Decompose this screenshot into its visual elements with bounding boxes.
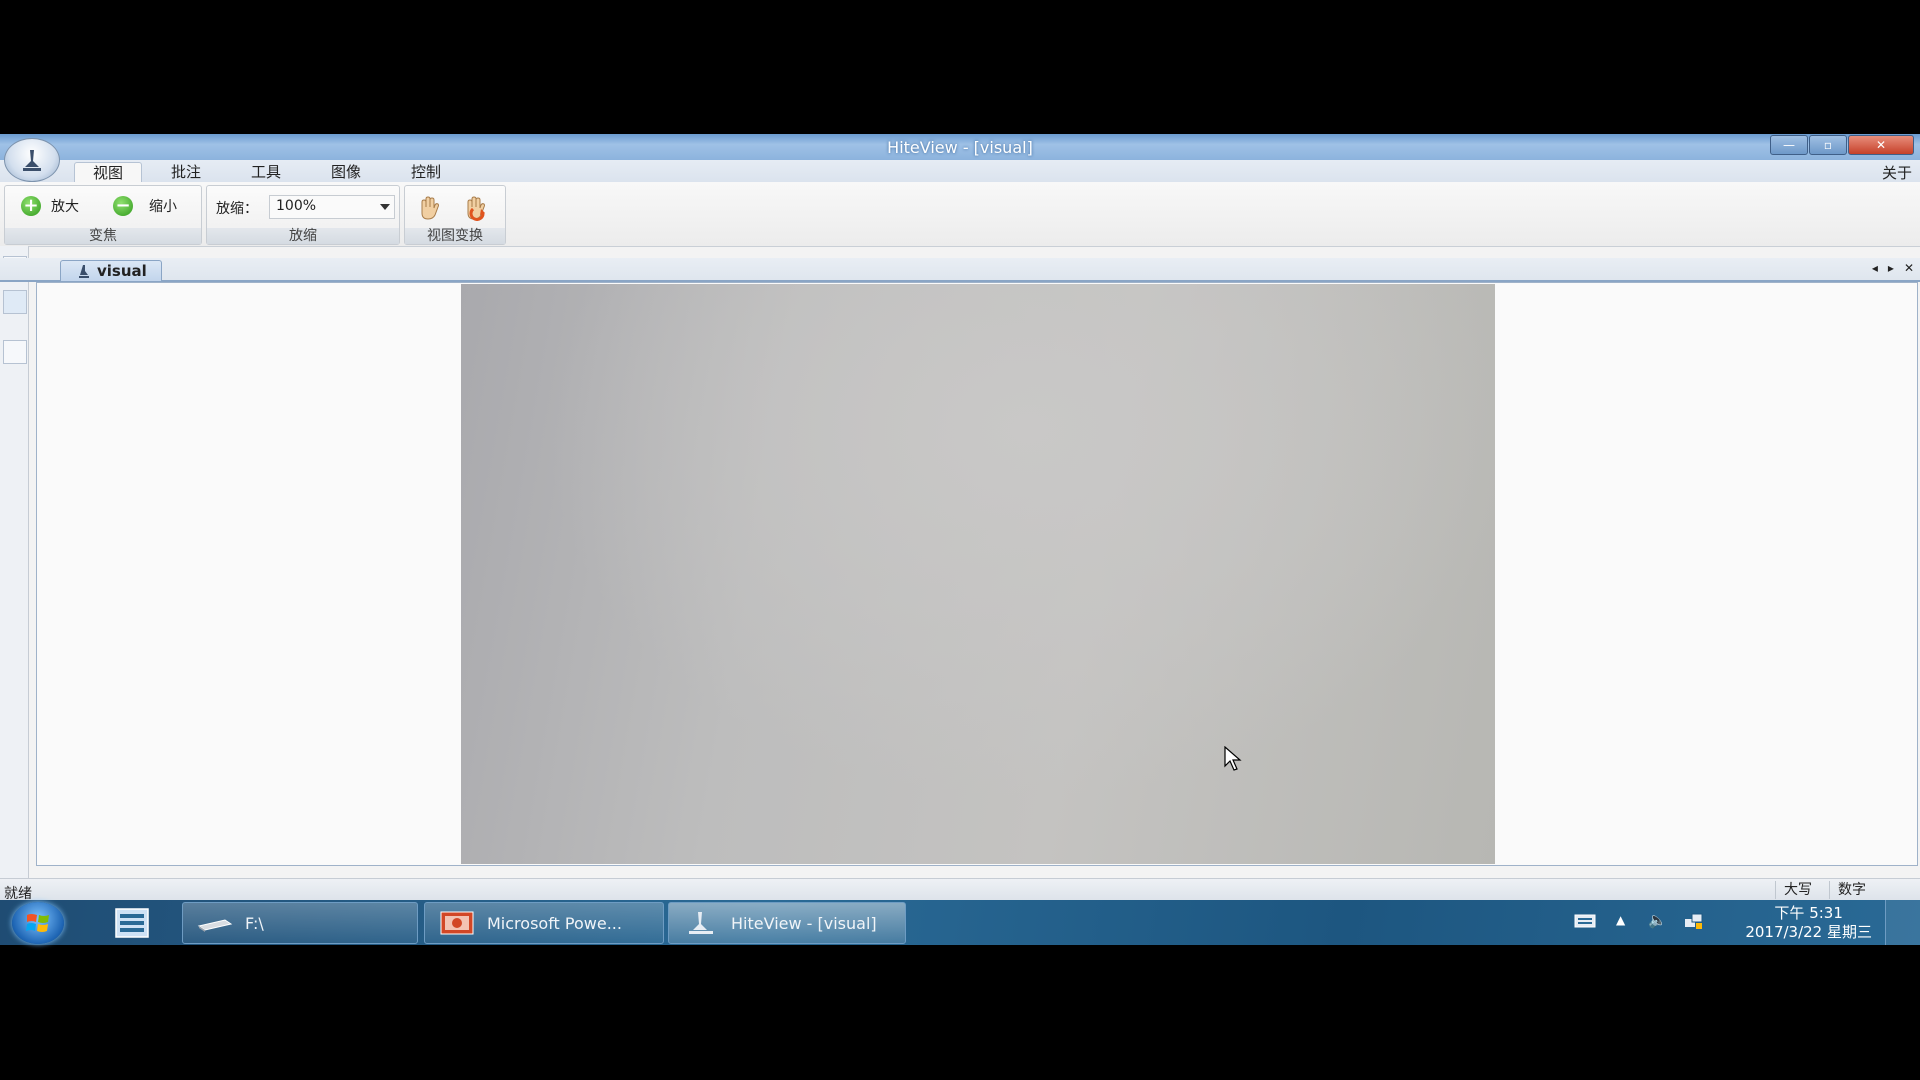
app-menu-button[interactable] xyxy=(4,138,60,182)
document-canvas[interactable] xyxy=(36,282,1918,866)
drive-icon xyxy=(197,919,233,932)
mouse-pointer-icon xyxy=(1224,746,1242,771)
system-tray: ▲ 🔈 下午 5:31 2017/3/22 星期三 xyxy=(1560,900,1920,945)
minimize-button[interactable]: — xyxy=(1770,135,1808,155)
zoom-out-label: 缩小 xyxy=(149,199,177,215)
thumbnail-panel-icon[interactable] xyxy=(3,290,27,314)
camera-image xyxy=(461,284,1495,864)
taskbar-item-label: F:\ xyxy=(245,913,264,933)
focus-group: + 放大 − 缩小 变焦 xyxy=(4,185,202,245)
taskbar-item-label: Microsoft Powe... xyxy=(487,913,622,933)
tab-visual[interactable]: visual xyxy=(60,260,162,281)
taskbar-item-label: HiteView - [visual] xyxy=(731,913,877,933)
taskbar-item-explorer[interactable]: F:\ xyxy=(182,902,418,944)
volume-icon[interactable]: 🔈 xyxy=(1648,911,1667,929)
close-button[interactable]: ✕ xyxy=(1848,135,1914,155)
caps-indicator: 大写 xyxy=(1775,881,1820,899)
maximize-button[interactable]: ▫ xyxy=(1809,135,1847,155)
plus-icon: + xyxy=(21,196,41,216)
tab-view[interactable]: 视图 xyxy=(74,162,142,183)
zoom-in-label: 放大 xyxy=(51,199,79,215)
hiteview-window: HiteView - [visual] — ▫ ✕ 视图 批注 工具 图像 控制… xyxy=(0,134,1920,902)
taskbar-item-powerpoint[interactable]: Microsoft Powe... xyxy=(424,902,664,944)
network-icon[interactable] xyxy=(1684,913,1704,931)
scale-field-label: 放缩： xyxy=(216,201,258,217)
view-transform-group: 视图变换 xyxy=(404,185,506,245)
num-indicator: 数字 xyxy=(1829,881,1874,899)
scale-dropdown[interactable]: 100% xyxy=(269,195,395,219)
clock-date: 2017/3/22 星期三 xyxy=(1745,923,1872,941)
focus-group-label: 变焦 xyxy=(5,228,201,244)
tab-prev-icon[interactable]: ◂ xyxy=(1872,261,1878,275)
pan-hand-icon[interactable] xyxy=(415,195,443,221)
zoom-in-button[interactable]: + 放大 xyxy=(21,195,79,217)
ribbon: + 放大 − 缩小 变焦 放缩： 100% 放缩 视图变换 xyxy=(0,182,1920,247)
window-controls: — ▫ ✕ xyxy=(1769,135,1914,155)
tab-visual-label: visual xyxy=(97,262,147,280)
tab-control[interactable]: 控制 xyxy=(398,162,454,182)
side-panel xyxy=(0,246,29,886)
about-link[interactable]: 关于 xyxy=(1882,162,1912,183)
window-title: HiteView - [visual] xyxy=(887,138,1033,157)
tab-close-icon[interactable]: ✕ xyxy=(1904,261,1914,275)
tab-next-icon[interactable]: ▸ xyxy=(1888,261,1894,275)
save-panel-icon[interactable] xyxy=(3,340,27,364)
document-tab-strip: visual ◂ ▸ ✕ xyxy=(0,258,1920,282)
hiteview-logo-icon xyxy=(23,150,41,171)
tab-tools[interactable]: 工具 xyxy=(238,162,294,182)
keyboard-icon[interactable] xyxy=(1574,914,1596,928)
tab-navigation: ◂ ▸ ✕ xyxy=(1872,261,1914,275)
view-transform-group-label: 视图变换 xyxy=(405,228,505,244)
taskbar-item-hiteview[interactable]: HiteView - [visual] xyxy=(668,902,906,944)
screen: HiteView - [visual] — ▫ ✕ 视图 批注 工具 图像 控制… xyxy=(0,0,1920,1080)
scale-group: 放缩： 100% 放缩 xyxy=(206,185,400,245)
scale-value: 100% xyxy=(276,198,317,214)
tab-annotate[interactable]: 批注 xyxy=(158,162,214,182)
start-button[interactable] xyxy=(12,902,64,944)
windows-logo-icon xyxy=(26,914,49,932)
zoom-out-button[interactable]: − 缩小 xyxy=(113,195,177,217)
taskbar: F:\ Microsoft Powe... HiteView - [visual… xyxy=(0,900,1920,945)
title-bar[interactable]: HiteView - [visual] — ▫ ✕ xyxy=(0,134,1920,160)
tab-image[interactable]: 图像 xyxy=(318,162,374,182)
hiteview-icon xyxy=(689,912,713,934)
rotate-hand-icon[interactable] xyxy=(461,195,489,221)
hiteview-small-icon xyxy=(79,265,89,278)
show-desktop-button[interactable] xyxy=(1885,900,1920,945)
show-windows-icon[interactable] xyxy=(110,906,154,940)
clock-time: 下午 5:31 xyxy=(1774,904,1843,922)
minus-icon: − xyxy=(113,196,133,216)
tray-expand-icon[interactable]: ▲ xyxy=(1616,913,1625,927)
clock[interactable]: 下午 5:31 2017/3/22 星期三 xyxy=(1745,904,1872,942)
chevron-down-icon xyxy=(380,204,390,210)
menu-bar: 视图 批注 工具 图像 控制 关于 xyxy=(0,160,1920,183)
powerpoint-icon xyxy=(440,911,474,935)
status-bar: 就绪 大写 数字 xyxy=(0,878,1920,902)
scale-group-label: 放缩 xyxy=(207,228,399,244)
